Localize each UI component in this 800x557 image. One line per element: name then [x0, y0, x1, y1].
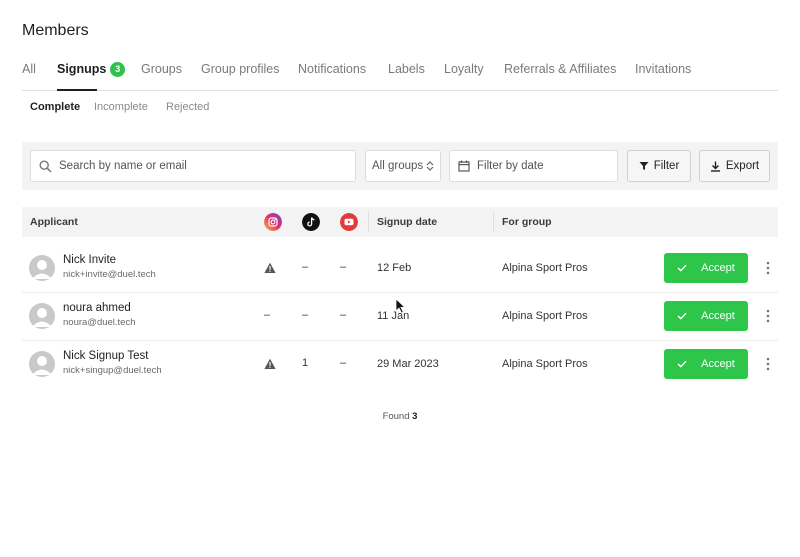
- download-icon: [710, 161, 720, 172]
- header-for-group[interactable]: For group: [502, 216, 552, 228]
- accept-label: Accept: [701, 358, 735, 370]
- search-placeholder: Search by name or email: [59, 160, 187, 172]
- signup-date: 29 Mar 2023: [377, 358, 439, 370]
- check-icon: [677, 312, 687, 320]
- warning-icon: [264, 358, 276, 369]
- tab-all[interactable]: All: [22, 62, 36, 76]
- tab-group-profiles[interactable]: Group profiles: [201, 62, 280, 76]
- found-count: 3: [412, 411, 418, 422]
- tab-referrals-affiliates[interactable]: Referrals & Affiliates: [504, 62, 616, 76]
- instagram-icon: [264, 213, 282, 231]
- subtab-complete[interactable]: Complete: [30, 101, 80, 113]
- check-icon: [677, 360, 687, 368]
- accept-label: Accept: [701, 310, 735, 322]
- tab-signups[interactable]: Signups 3: [57, 62, 126, 77]
- signup-date: 12 Feb: [377, 262, 412, 274]
- search-icon: [39, 159, 52, 173]
- youtube-icon: [340, 213, 358, 231]
- header-divider: [493, 212, 494, 232]
- youtube-value: –: [340, 261, 347, 273]
- instagram-value: –: [264, 309, 271, 321]
- applicant-name: Nick Signup Test: [63, 350, 149, 362]
- mouse-cursor-icon: [395, 298, 407, 314]
- accept-label: Accept: [701, 262, 735, 274]
- more-options-icon[interactable]: [763, 260, 773, 276]
- tiktok-icon: [302, 213, 320, 231]
- filter-bar: Search by name or email All groups Filte…: [22, 142, 778, 190]
- accept-button[interactable]: Accept: [664, 349, 748, 379]
- main-tabs: All Signups 3 Groups Group profiles Notif…: [22, 62, 778, 91]
- applicant-name: noura ahmed: [63, 302, 131, 314]
- export-button-label: Export: [725, 160, 760, 172]
- warning-icon: [264, 262, 276, 273]
- applicant-email: noura@duel.tech: [63, 317, 136, 328]
- page-title: Members: [22, 22, 89, 39]
- check-icon: [677, 264, 687, 272]
- search-input[interactable]: Search by name or email: [30, 150, 356, 182]
- tiktok-value: –: [302, 309, 309, 321]
- chevron-updown-icon: [426, 161, 434, 171]
- tiktok-value: –: [302, 261, 309, 273]
- avatar: [29, 303, 55, 329]
- accept-button[interactable]: Accept: [664, 253, 748, 283]
- tab-groups[interactable]: Groups: [141, 62, 182, 76]
- for-group: Alpina Sport Pros: [502, 310, 588, 322]
- groups-select[interactable]: All groups: [365, 150, 441, 182]
- avatar: [29, 255, 55, 281]
- for-group: Alpina Sport Pros: [502, 358, 588, 370]
- header-applicant[interactable]: Applicant: [30, 216, 78, 228]
- filter-button[interactable]: Filter: [627, 150, 691, 182]
- applicant-email: nick+invite@duel.tech: [63, 269, 156, 280]
- more-options-icon[interactable]: [763, 308, 773, 324]
- tab-labels[interactable]: Labels: [388, 62, 425, 76]
- header-divider: [368, 212, 369, 232]
- subtab-rejected[interactable]: Rejected: [166, 101, 209, 113]
- export-button[interactable]: Export: [699, 150, 770, 182]
- header-signup-date[interactable]: Signup date: [377, 216, 437, 228]
- avatar: [29, 351, 55, 377]
- applicant-email: nick+singup@duel.tech: [63, 365, 162, 376]
- tab-loyalty[interactable]: Loyalty: [444, 62, 484, 76]
- funnel-icon: [639, 162, 649, 170]
- tab-invitations[interactable]: Invitations: [635, 62, 691, 76]
- for-group: Alpina Sport Pros: [502, 262, 588, 274]
- youtube-value: –: [340, 357, 347, 369]
- groups-select-value: All groups: [372, 160, 424, 172]
- found-label: Found: [382, 411, 410, 422]
- tiktok-value: 1: [302, 357, 309, 369]
- tab-notifications[interactable]: Notifications: [298, 62, 366, 76]
- subtab-incomplete[interactable]: Incomplete: [94, 101, 148, 113]
- calendar-icon: [458, 160, 470, 172]
- results-count: Found 3: [0, 411, 800, 422]
- table-header: Applicant Signup date For group: [22, 207, 778, 237]
- table-row[interactable]: Nick Invite nick+invite@duel.tech – – 12…: [22, 245, 778, 292]
- youtube-value: –: [340, 309, 347, 321]
- applicant-name: Nick Invite: [63, 254, 117, 266]
- date-filter-placeholder: Filter by date: [477, 160, 544, 172]
- filter-button-label: Filter: [653, 160, 680, 172]
- active-tab-indicator: [57, 89, 97, 91]
- signups-count-badge: 3: [110, 62, 126, 77]
- more-options-icon[interactable]: [763, 356, 773, 372]
- date-filter-input[interactable]: Filter by date: [449, 150, 618, 182]
- tab-signups-label: Signups: [57, 62, 107, 76]
- table-row[interactable]: Nick Signup Test nick+singup@duel.tech 1…: [22, 341, 778, 388]
- accept-button[interactable]: Accept: [664, 301, 748, 331]
